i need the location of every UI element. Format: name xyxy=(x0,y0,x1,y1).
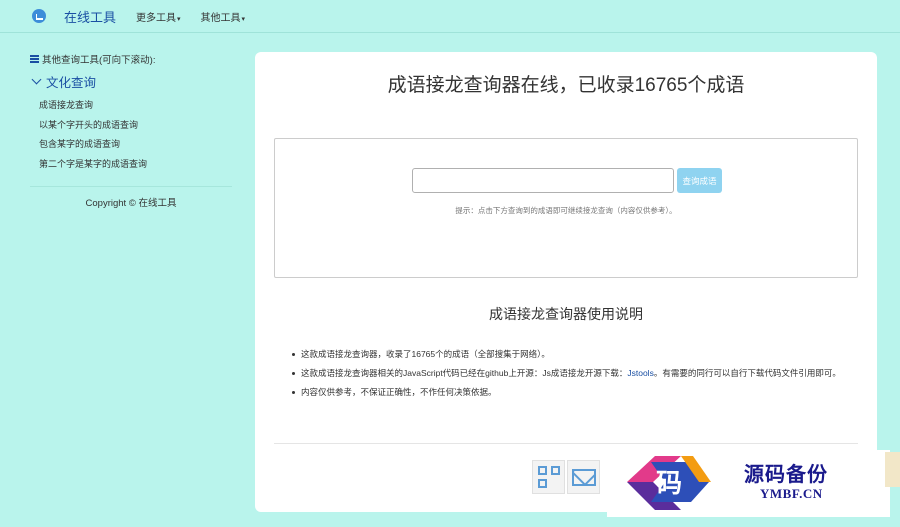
watermark-cn-text: 源码备份 xyxy=(744,462,828,486)
watermark-logo: 码 源码备份 YMBF.CN xyxy=(607,450,890,517)
page-title: 成语接龙查询器在线，已收录16765个成语 xyxy=(387,75,745,96)
other-tools-label: 其他工具 xyxy=(200,12,241,24)
copyright: Copyright © 在线工具 xyxy=(85,198,177,209)
logo-icon[interactable] xyxy=(32,9,46,23)
list-item: 内容仅供参考，不保证正确性，不作任何决策依据。 xyxy=(292,386,861,398)
share-bar xyxy=(532,460,602,494)
query-button[interactable]: 查询成语 xyxy=(677,168,722,193)
sidebar-category[interactable]: 文化查询 xyxy=(30,72,232,91)
list-icon xyxy=(30,55,39,63)
caret-down-icon: ▾ xyxy=(177,15,181,23)
more-tools-menu[interactable]: 更多工具▾ xyxy=(136,9,181,24)
sidebar-item-second-char[interactable]: 第二个字是某字的成语查询 xyxy=(39,155,232,175)
mail-icon xyxy=(571,468,596,486)
brand-link[interactable]: 在线工具 xyxy=(64,7,116,26)
more-tools-label: 更多工具 xyxy=(136,12,177,24)
instructions-list: 这款成语接龙查询器，收录了16765个的成语（全部搜集于网络）。 这款成语接龙查… xyxy=(292,348,861,405)
search-panel: 查询成语 提示：点击下方查询到的成语即可继续接龙查询（内容仅供参考）。 xyxy=(274,138,858,278)
note-text: 内容仅供参考，不保证正确性，不作任何决策依据。 xyxy=(301,387,497,397)
chevron-down-icon xyxy=(31,74,42,85)
sidebar-heading: 其他查询工具(可向下滚动): xyxy=(30,52,232,66)
sidebar-heading-text: 其他查询工具(可向下滚动): xyxy=(42,55,156,66)
sidebar-category-label: 文化查询 xyxy=(46,76,97,90)
sidebar: 其他查询工具(可向下滚动): 文化查询 成语接龙查询 以某个字开头的成语查询 包… xyxy=(30,52,232,209)
list-item: 这款成语接龙查询器，收录了16765个的成语（全部搜集于网络）。 xyxy=(292,348,861,360)
note-text: 这款成语接龙查询器，收录了16765个的成语（全部搜集于网络）。 xyxy=(301,349,550,359)
search-row: 查询成语 xyxy=(412,168,722,193)
note-text: 这款成语接龙查询器相关的JavaScript代码已经在github上开源：Js成… xyxy=(301,368,628,378)
qr-code-button[interactable] xyxy=(532,460,565,494)
other-tools-menu[interactable]: 其他工具▾ xyxy=(201,9,246,24)
main-card: 成语接龙查询器在线，已收录16765个成语 查询成语 提示：点击下方查询到的成语… xyxy=(255,52,877,512)
sidebar-item-idiom-chain[interactable]: 成语接龙查询 xyxy=(39,96,232,116)
watermark-en-text: YMBF.CN xyxy=(760,486,823,501)
hint-text: 提示：点击下方查询到的成语即可继续接龙查询（内容仅供参考）。 xyxy=(455,206,677,215)
caret-down-icon: ▾ xyxy=(241,15,246,23)
search-input[interactable] xyxy=(412,168,674,193)
watermark-glyph: 码 xyxy=(656,469,682,499)
side-tab[interactable] xyxy=(885,452,900,487)
sidebar-links: 成语接龙查询 以某个字开头的成语查询 包含某字的成语查询 第二个字是某字的成语查… xyxy=(30,96,232,174)
sidebar-item-contains[interactable]: 包含某字的成语查询 xyxy=(39,135,232,155)
card-divider xyxy=(274,443,858,444)
watermark-emblem-icon: 码 xyxy=(627,456,711,510)
jstools-link[interactable]: Jstools xyxy=(627,368,653,378)
qr-code-icon xyxy=(537,466,560,488)
sidebar-divider xyxy=(30,186,232,187)
sidebar-item-starts-with[interactable]: 以某个字开头的成语查询 xyxy=(39,116,232,136)
instructions-title: 成语接龙查询器使用说明 xyxy=(489,306,643,322)
mail-button[interactable] xyxy=(567,460,600,494)
note-text: 。有需要的同行可以自行下载代码文件引用即可。 xyxy=(653,368,841,378)
list-item: 这款成语接龙查询器相关的JavaScript代码已经在github上开源：Js成… xyxy=(292,367,861,379)
navbar: 在线工具 更多工具▾ 其他工具▾ xyxy=(0,0,900,33)
